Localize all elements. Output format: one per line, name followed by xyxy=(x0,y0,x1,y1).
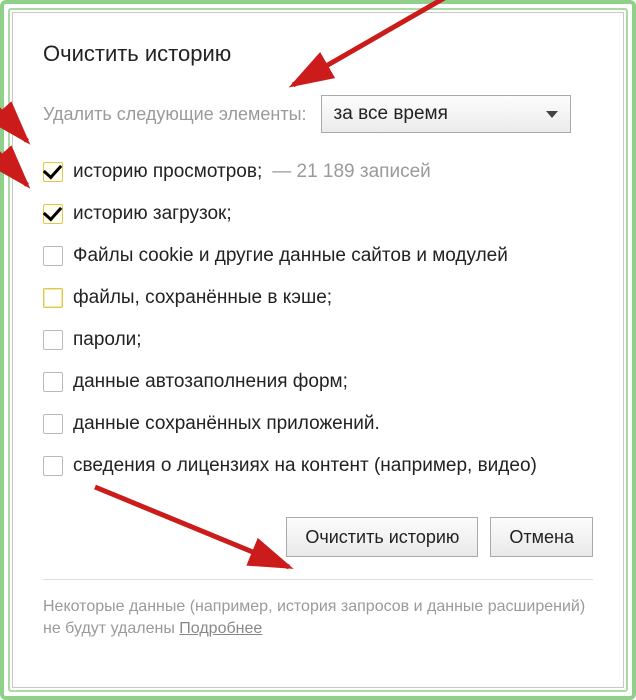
option-label: пароли; xyxy=(73,328,142,353)
cancel-button[interactable]: Отмена xyxy=(490,517,593,557)
clear-history-dialog: Очистить историю Удалить следующие элеме… xyxy=(12,12,624,688)
option-label: файлы, сохранённые в кэше; xyxy=(73,286,332,311)
option-label: историю загрузок; xyxy=(73,202,232,227)
footer-text: Некоторые данные (например, история запр… xyxy=(43,598,585,637)
option-checkbox[interactable] xyxy=(43,288,63,308)
options-list: историю просмотров; — 21 189 записейисто… xyxy=(43,155,593,483)
option-checkbox[interactable] xyxy=(43,456,63,476)
option-checkbox[interactable] xyxy=(43,372,63,392)
option-row: файлы, сохранённые в кэше; xyxy=(43,281,593,315)
option-label: данные сохранённых приложений. xyxy=(73,412,380,437)
frame-inner: Очистить историю Удалить следующие элеме… xyxy=(8,8,628,692)
option-checkbox[interactable] xyxy=(43,162,63,182)
option-checkbox[interactable] xyxy=(43,414,63,434)
annotation-arrow-icon xyxy=(0,143,49,203)
button-row: Очистить историю Отмена xyxy=(43,517,593,557)
option-row: пароли; xyxy=(43,323,593,357)
option-checkbox[interactable] xyxy=(43,204,63,224)
dialog-title: Очистить историю xyxy=(43,41,593,67)
option-label: историю просмотров; xyxy=(73,160,262,185)
period-label: Удалить следующие элементы: xyxy=(43,104,307,125)
option-row: сведения о лицензиях на контент (наприме… xyxy=(43,449,593,483)
chevron-down-icon xyxy=(546,111,558,118)
option-row: данные сохранённых приложений. xyxy=(43,407,593,441)
option-label: Файлы cookie и другие данные сайтов и мо… xyxy=(73,244,508,269)
footer-note: Некоторые данные (например, история запр… xyxy=(43,579,593,641)
option-label: данные автозаполнения форм; xyxy=(73,370,348,395)
option-checkbox[interactable] xyxy=(43,330,63,350)
option-checkbox[interactable] xyxy=(43,246,63,266)
option-label: сведения о лицензиях на контент (наприме… xyxy=(73,454,537,479)
option-row: историю просмотров; — 21 189 записей xyxy=(43,155,593,189)
option-row: данные автозаполнения форм; xyxy=(43,365,593,399)
option-row: историю загрузок; xyxy=(43,197,593,231)
period-dropdown-value: за все время xyxy=(334,103,448,125)
option-suffix: — 21 189 записей xyxy=(272,161,431,183)
frame-outer: Очистить историю Удалить следующие элеме… xyxy=(0,0,636,700)
option-row: Файлы cookie и другие данные сайтов и мо… xyxy=(43,239,593,273)
footer-more-link[interactable]: Подробнее xyxy=(179,620,262,637)
period-dropdown[interactable]: за все время xyxy=(321,95,571,133)
period-row: Удалить следующие элементы: за все время xyxy=(43,95,593,133)
clear-history-button[interactable]: Очистить историю xyxy=(286,517,478,557)
annotation-arrow-icon xyxy=(0,99,49,159)
